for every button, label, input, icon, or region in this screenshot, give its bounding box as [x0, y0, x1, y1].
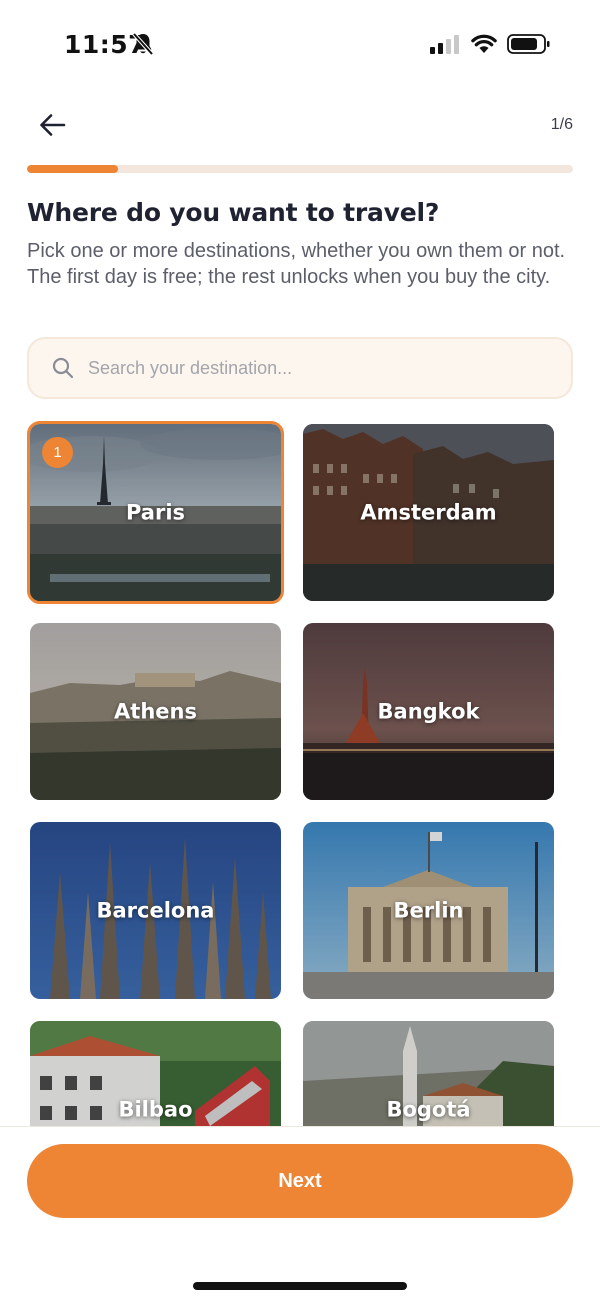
- destination-card-paris[interactable]: 1 Paris: [27, 421, 284, 604]
- destination-label: Barcelona: [96, 898, 215, 923]
- destination-card-bangkok[interactable]: Bangkok: [303, 623, 554, 800]
- destination-grid: 1 Paris Amsterdam Athens Bangkok Barcelo…: [0, 418, 600, 1126]
- destination-label: Paris: [125, 500, 186, 525]
- step-counter: 1/6: [550, 116, 573, 133]
- page-subtitle: Pick one or more destinations, whether y…: [27, 240, 566, 288]
- destination-label: Bangkok: [377, 699, 480, 724]
- destination-label: Bogotá: [386, 1097, 471, 1122]
- home-indicator[interactable]: [193, 1282, 407, 1290]
- page-title: Where do you want to travel?: [27, 198, 440, 227]
- destination-card-berlin[interactable]: Berlin: [303, 822, 554, 999]
- back-arrow-icon: [40, 114, 66, 136]
- back-button[interactable]: [32, 108, 72, 142]
- search-icon: [52, 357, 74, 379]
- bell-slash-icon: [132, 32, 154, 56]
- cellular-signal-icon: [430, 35, 459, 54]
- progress-bar: [27, 165, 573, 173]
- search-box[interactable]: [27, 337, 573, 399]
- search-input[interactable]: [88, 357, 518, 379]
- footer: Next: [0, 1126, 600, 1301]
- destination-card-bilbao[interactable]: Bilbao: [30, 1021, 281, 1126]
- destination-label: Berlin: [393, 898, 464, 923]
- selection-order-badge: 1: [42, 437, 73, 468]
- destination-card-athens[interactable]: Athens: [30, 623, 281, 800]
- wifi-icon: [471, 34, 497, 53]
- destination-label: Athens: [114, 699, 197, 724]
- destination-card-amsterdam[interactable]: Amsterdam: [303, 424, 554, 601]
- status-bar: 11:57: [0, 0, 600, 90]
- next-button[interactable]: Next: [27, 1144, 573, 1218]
- destination-card-barcelona[interactable]: Barcelona: [30, 822, 281, 999]
- destination-label: Amsterdam: [360, 500, 497, 525]
- progress-fill: [27, 165, 119, 173]
- destination-label: Bilbao: [118, 1097, 193, 1122]
- destination-card-bogota[interactable]: Bogotá: [303, 1021, 554, 1126]
- battery-icon: [507, 34, 550, 54]
